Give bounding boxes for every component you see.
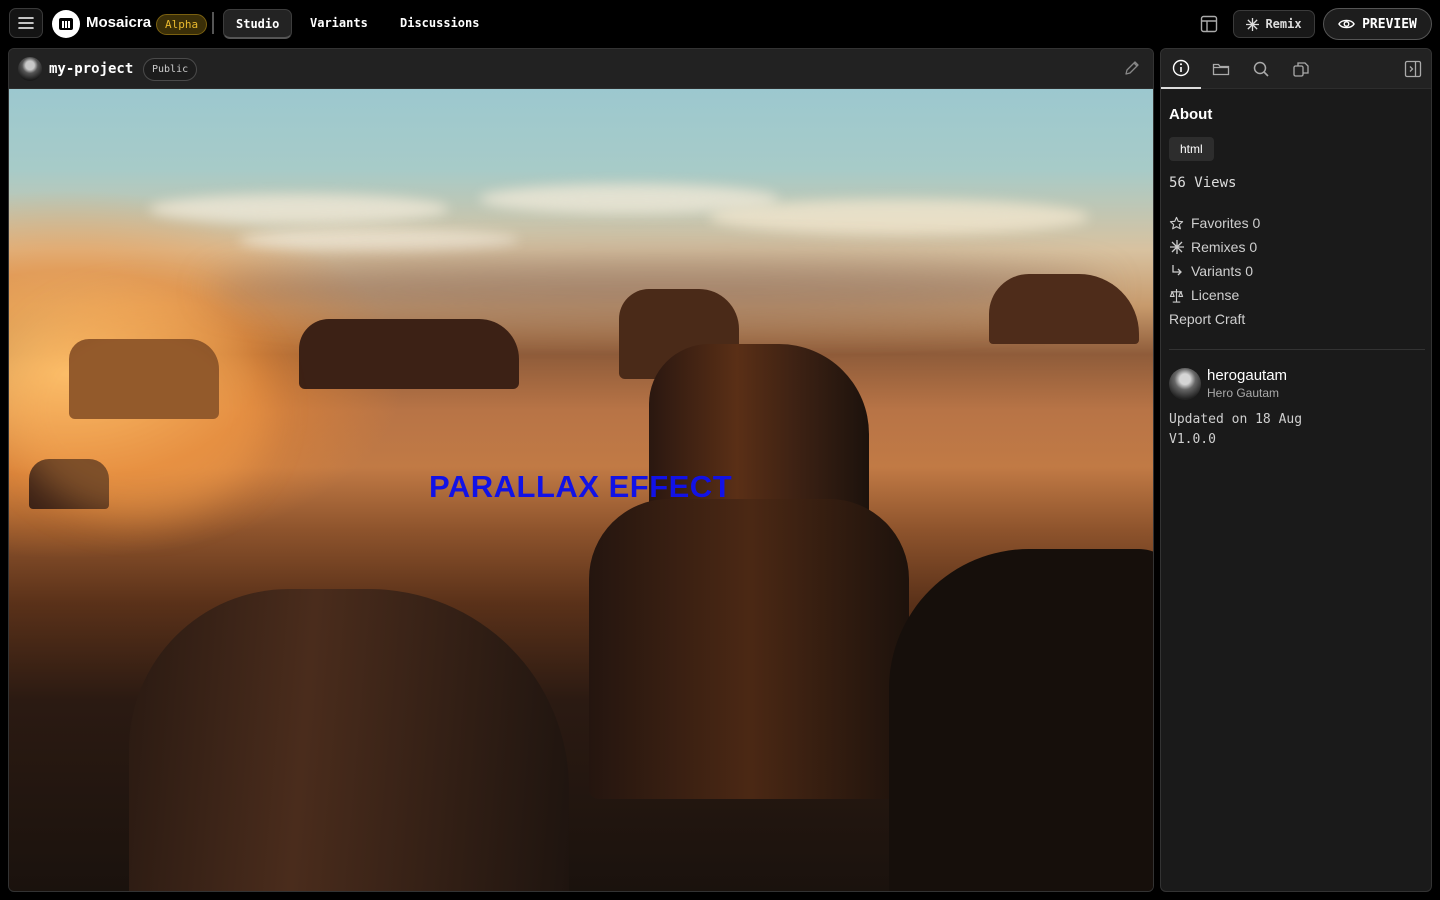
views-count: 56 Views bbox=[1169, 175, 1237, 191]
sparkle-icon bbox=[1246, 17, 1260, 31]
preview-panel: my-project Public PARALLAX EFFECT bbox=[8, 48, 1154, 892]
search-icon bbox=[1252, 60, 1270, 78]
remix-label: Remix bbox=[1265, 17, 1302, 31]
parallax-heading: PARALLAX EFFECT bbox=[429, 469, 733, 504]
tab-discussions[interactable]: Discussions bbox=[388, 9, 491, 39]
rock-formation bbox=[889, 549, 1153, 891]
top-bar: Mosaicra Alpha Studio Variants Discussio… bbox=[0, 0, 1440, 46]
tab-studio[interactable]: Studio bbox=[223, 9, 293, 39]
project-header: my-project Public bbox=[9, 49, 1153, 89]
remix-button[interactable]: Remix bbox=[1233, 10, 1315, 38]
alpha-badge: Alpha bbox=[156, 14, 208, 35]
version-label: V1.0.0 bbox=[1169, 432, 1216, 447]
sidebar-tabs bbox=[1161, 49, 1431, 89]
tab-copy[interactable] bbox=[1281, 49, 1321, 89]
copy-icon bbox=[1292, 60, 1310, 78]
about-heading: About bbox=[1169, 106, 1213, 123]
preview-label: PREVIEW bbox=[1362, 16, 1417, 32]
panel-collapse-icon bbox=[1404, 60, 1422, 78]
divider bbox=[1169, 349, 1425, 350]
variants-label: Variants 0 bbox=[1191, 263, 1253, 279]
author-name: Hero Gautam bbox=[1207, 386, 1280, 400]
branch-icon bbox=[1169, 264, 1184, 279]
rock-formation bbox=[129, 589, 569, 891]
tab-variants[interactable]: Variants bbox=[298, 9, 380, 39]
sun-glow bbox=[9, 299, 269, 519]
tag-html[interactable]: html bbox=[1169, 137, 1214, 161]
rock-formation bbox=[299, 319, 519, 389]
avatar[interactable] bbox=[1169, 368, 1201, 400]
author-handle[interactable]: herogautam bbox=[1207, 367, 1287, 384]
folder-icon bbox=[1212, 60, 1230, 78]
info-sidebar: About html 56 Views Favorites 0 Remixes … bbox=[1160, 48, 1432, 892]
cloud bbox=[149, 194, 449, 224]
pencil-icon[interactable] bbox=[1123, 59, 1143, 79]
project-name[interactable]: my-project bbox=[49, 61, 133, 77]
menu-icon bbox=[18, 16, 34, 30]
layout-icon[interactable] bbox=[1198, 13, 1220, 35]
rock-formation bbox=[989, 274, 1139, 344]
favorites-label: Favorites 0 bbox=[1191, 215, 1261, 231]
remixes-row[interactable]: Remixes 0 bbox=[1169, 237, 1257, 257]
cloud bbox=[239, 229, 519, 251]
cloud bbox=[709, 199, 1089, 235]
license-row[interactable]: License bbox=[1169, 285, 1239, 305]
sparkle-icon bbox=[1169, 240, 1184, 255]
scale-icon bbox=[1169, 288, 1184, 303]
tab-search[interactable] bbox=[1241, 49, 1281, 89]
visibility-badge: Public bbox=[143, 58, 198, 81]
logo-icon[interactable] bbox=[52, 10, 80, 38]
remixes-label: Remixes 0 bbox=[1191, 239, 1258, 255]
avatar[interactable] bbox=[18, 57, 42, 81]
tab-files[interactable] bbox=[1201, 49, 1241, 89]
variants-row[interactable]: Variants 0 bbox=[1169, 261, 1253, 281]
favorites-row[interactable]: Favorites 0 bbox=[1169, 213, 1260, 233]
preview-button[interactable]: PREVIEW bbox=[1323, 8, 1432, 40]
menu-button[interactable] bbox=[9, 8, 43, 38]
preview-canvas[interactable]: PARALLAX EFFECT bbox=[9, 89, 1153, 891]
rock-formation bbox=[589, 499, 909, 799]
report-craft-link[interactable]: Report Craft bbox=[1169, 309, 1245, 329]
info-icon bbox=[1172, 59, 1190, 77]
eye-icon bbox=[1338, 18, 1355, 30]
collapse-sidebar-button[interactable] bbox=[1393, 49, 1431, 89]
divider bbox=[212, 12, 214, 34]
tab-info[interactable] bbox=[1161, 49, 1201, 89]
license-label: License bbox=[1191, 287, 1240, 303]
brand-name[interactable]: Mosaicra bbox=[86, 14, 151, 31]
star-icon bbox=[1169, 216, 1184, 231]
updated-date: Updated on 18 Aug bbox=[1169, 412, 1303, 427]
